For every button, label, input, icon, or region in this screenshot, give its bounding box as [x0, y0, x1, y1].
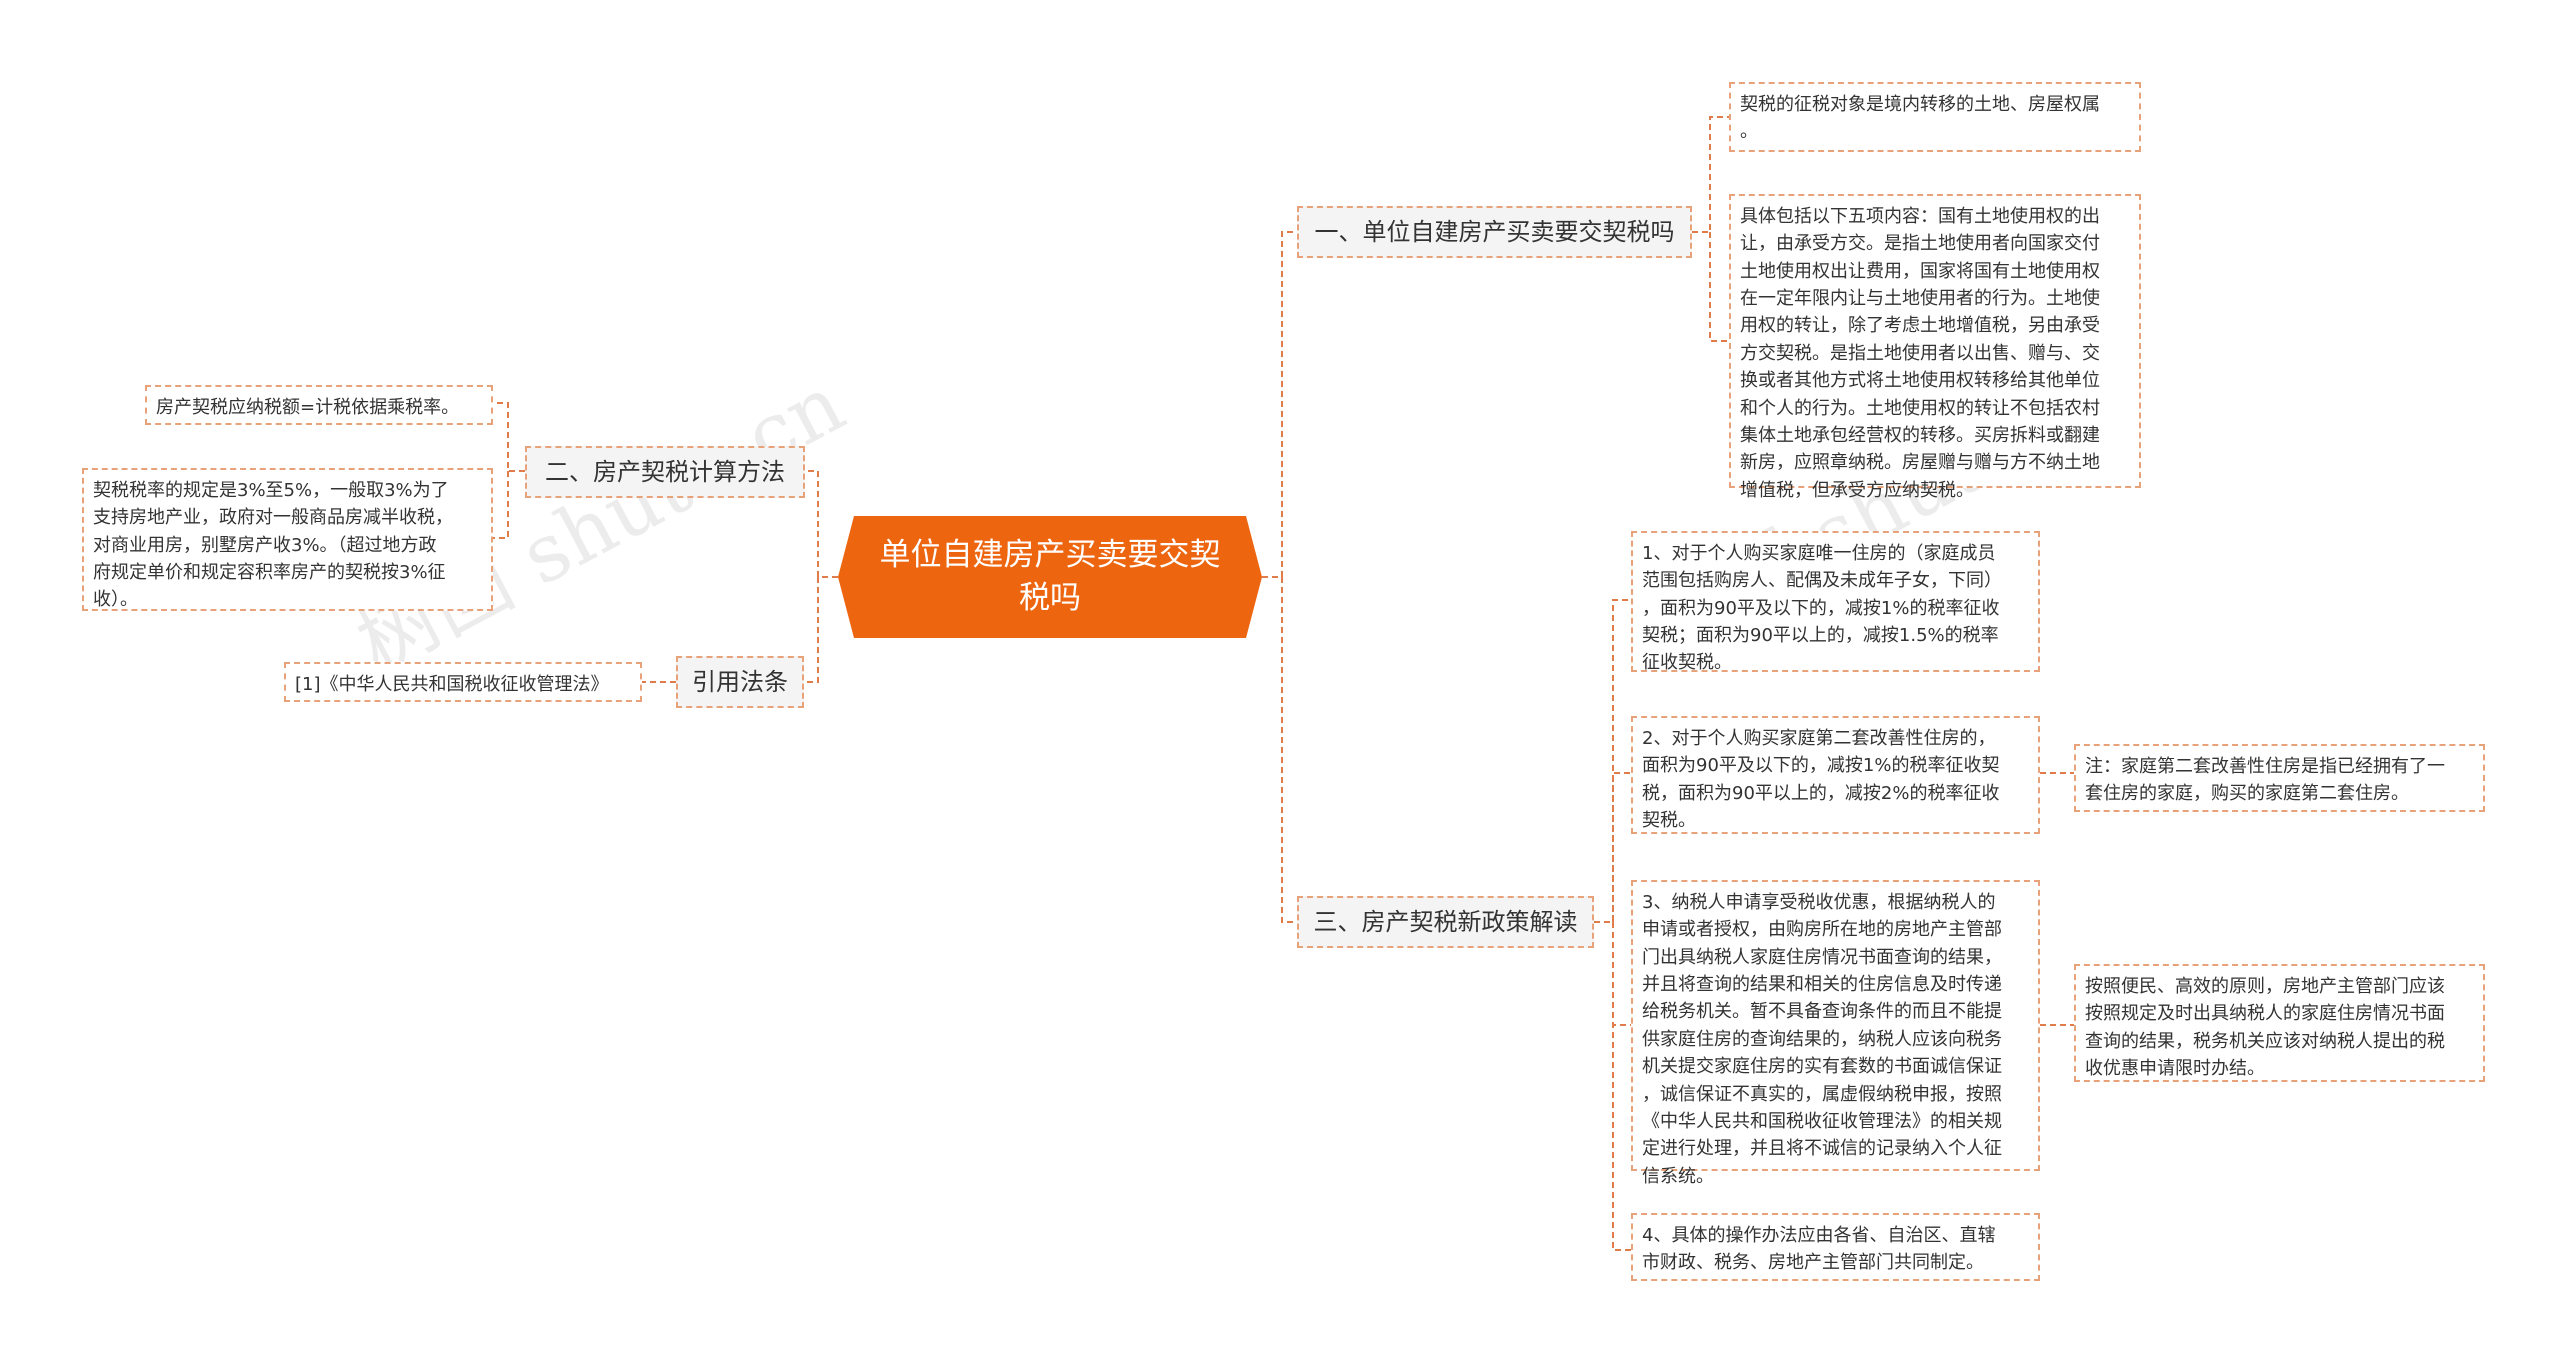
branch-single-unit-deed-tax[interactable]: 一、单位自建房产买卖要交契税吗 [1297, 206, 1692, 258]
leaf-policy-3-note[interactable]: 按照便民、高效的原则，房地产主管部门应该 按照规定及时出具纳税人的家庭住房情况书… [2074, 964, 2485, 1082]
leaf-policy-2-note[interactable]: 注：家庭第二套改善性住房是指已经拥有了一 套住房的家庭，购买的家庭第二套住房。 [2074, 744, 2485, 812]
branch-cited-law[interactable]: 引用法条 [676, 656, 804, 708]
leaf-law-reference[interactable]: [1]《中华人民共和国税收征收管理法》 [284, 662, 642, 702]
leaf-policy-3[interactable]: 3、纳税人申请享受税收优惠，根据纳税人的 申请或者授权，由购房所在地的房地产主管… [1631, 880, 2040, 1187]
connector-b1-leaves [1692, 116, 1729, 342]
leaf-policy-2[interactable]: 2、对于个人购买家庭第二套改善性住房的， 面积为90平及以下的，减按1%的税率征… [1631, 716, 2040, 834]
root-topic[interactable]: 单位自建房产买卖要交契税吗 [838, 516, 1262, 638]
connector-b2-leaves [493, 402, 525, 539]
leaf-tax-rate[interactable]: 契税税率的规定是3%至5%，一般取3%为了 支持房地产业，政府对一般商品房减半收… [82, 468, 493, 611]
connector-root-b2 [804, 470, 838, 578]
connector-root-b1 [1262, 231, 1297, 578]
leaf-policy-1[interactable]: 1、对于个人购买家庭唯一住房的（家庭成员 范围包括购房人、配偶及未成年子女，下同… [1631, 531, 2040, 673]
leaf-formula[interactable]: 房产契税应纳税额=计税依据乘税率。 [145, 385, 493, 425]
connector-root-b3 [804, 576, 838, 683]
branch-deed-tax-calculation[interactable]: 二、房产契税计算方法 [525, 446, 805, 498]
leaf-five-items[interactable]: 具体包括以下五项内容：国有土地使用权的出 让，由承受方交。是指土地使用者向国家交… [1729, 194, 2141, 501]
connector-root-b4 [1262, 576, 1297, 923]
leaf-policy-4[interactable]: 4、具体的操作办法应由各省、自治区、直辖 市财政、税务、房地产主管部门共同制定。 [1631, 1213, 2040, 1281]
branch-new-policy[interactable]: 三、房产契税新政策解读 [1297, 896, 1594, 948]
leaf-taxation-object[interactable]: 契税的征税对象是境内转移的土地、房屋权属 。 [1729, 82, 2141, 152]
connector-b4-leaves [1594, 599, 1631, 1251]
